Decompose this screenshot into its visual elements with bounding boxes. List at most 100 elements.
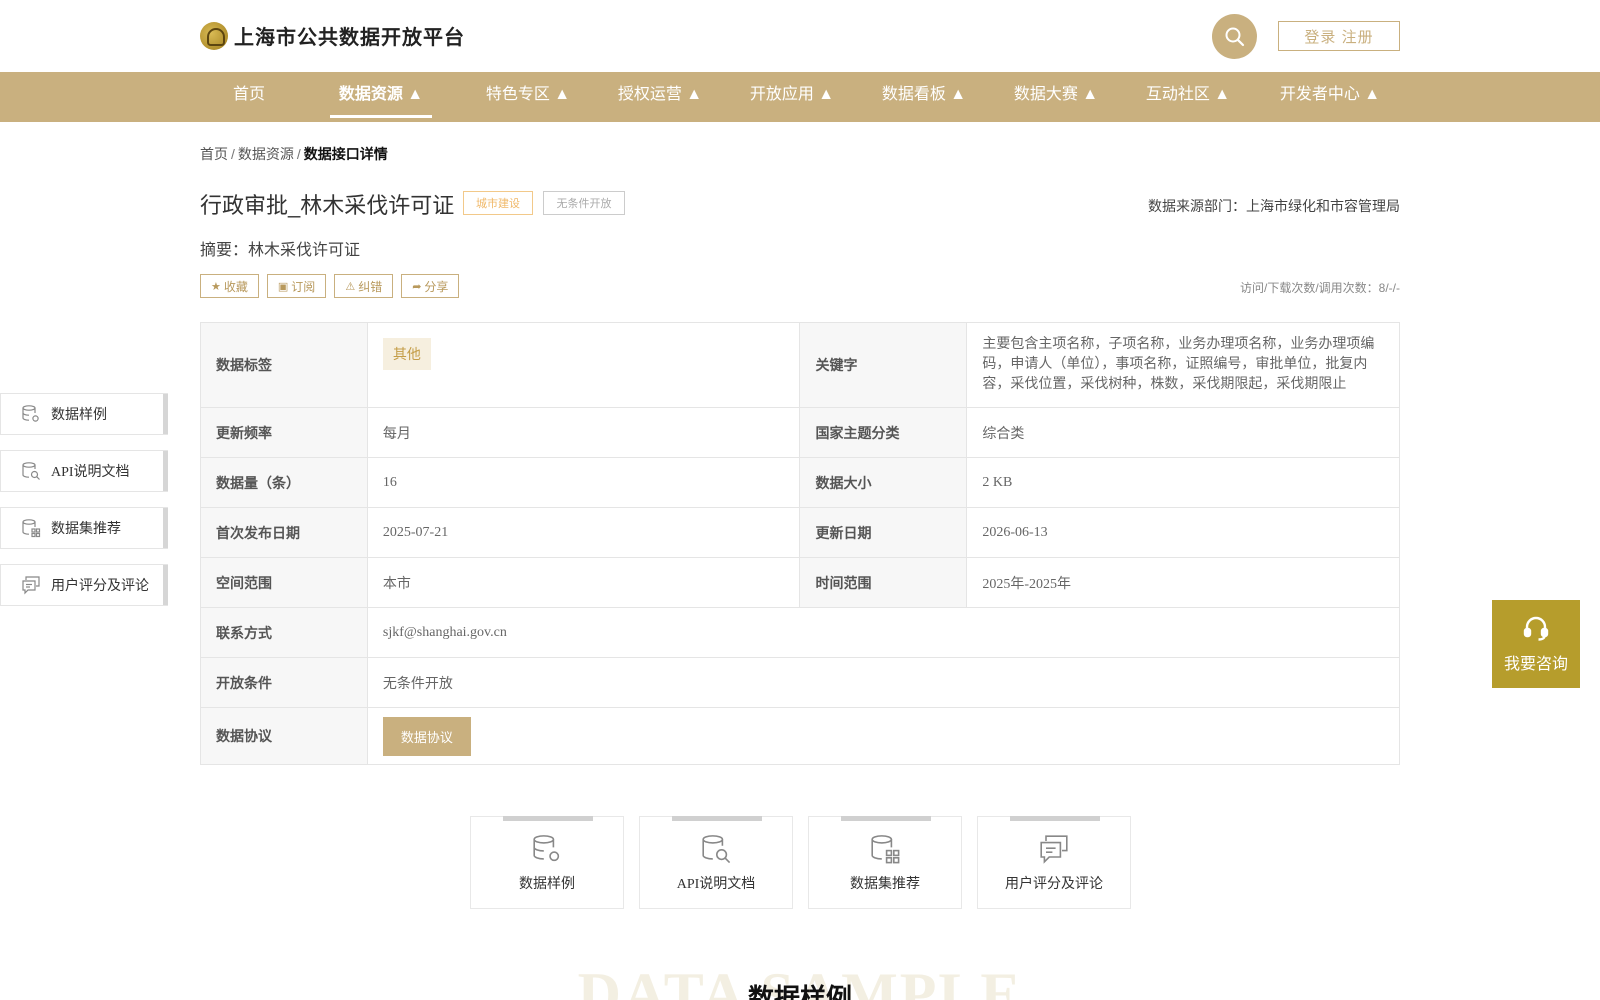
time-range-label: 时间范围 xyxy=(799,557,968,608)
nav-item-data-resources[interactable]: 数据资源 ▲ xyxy=(330,72,432,118)
card-recommend[interactable]: 数据集推荐 xyxy=(808,816,962,909)
breadcrumb-separator: / xyxy=(296,146,301,162)
side-nav-label: 数据样例 xyxy=(51,408,107,423)
card-api-doc[interactable]: API说明文档 xyxy=(639,816,793,909)
update-freq-value: 每月 xyxy=(366,407,801,458)
side-nav-reviews[interactable]: 用户评分及评论 xyxy=(0,564,168,606)
login-register-button[interactable]: 登录 注册 xyxy=(1278,21,1400,51)
card-label: 数据样例 xyxy=(519,877,575,892)
national-theme-label: 国家主题分类 xyxy=(799,407,968,458)
side-nav-api-doc[interactable]: API说明文档 xyxy=(0,450,168,492)
card-label: 数据集推荐 xyxy=(850,877,920,892)
update-date-value: 2026-06-13 xyxy=(966,507,1400,558)
open-condition-label: 开放条件 xyxy=(200,657,368,708)
data-count-label: 数据量（条） xyxy=(200,457,368,508)
site-title: 上海市公共数据开放平台 xyxy=(234,27,465,49)
database-grid-icon xyxy=(871,835,900,864)
data-count-value: 16 xyxy=(366,457,801,508)
table-row: 数据标签 其他 关键字 主要包含主项名称，子项名称，业务办理项名称，业务办理项编… xyxy=(200,322,1400,408)
side-nav-label: 数据集推荐 xyxy=(51,522,121,537)
action-bar: ★ 收藏 ▣ 订阅 ⚠ 纠错 ➦ 分享 xyxy=(200,274,460,298)
breadcrumb-data-resources[interactable]: 数据资源 xyxy=(238,146,294,162)
open-type-tag: 无条件开放 xyxy=(543,191,625,215)
consult-label: 我要咨询 xyxy=(1503,656,1568,673)
nav-item-data-contest[interactable]: 数据大赛 ▲ xyxy=(996,72,1116,122)
headset-icon xyxy=(1523,616,1549,641)
category-tag: 城市建设 xyxy=(463,191,533,215)
breadcrumb-home[interactable]: 首页 xyxy=(200,146,228,162)
share-label: 分享 xyxy=(424,279,449,294)
side-nav: 数据样例 API说明文档 数据集推荐 用户评分及评论 xyxy=(0,393,168,621)
bookmark-icon: ▣ xyxy=(277,280,289,293)
time-range-value: 2025年-2025年 xyxy=(966,557,1400,608)
table-row: 数据量（条） 16 数据大小 2 KB xyxy=(200,457,1400,508)
nav-item-open-apps[interactable]: 开放应用 ▲ xyxy=(732,72,852,122)
breadcrumb-separator: / xyxy=(231,146,235,162)
contact-label: 联系方式 xyxy=(200,607,368,658)
section-cards: 数据样例 API说明文档 数据集推荐 用户评分及评论 xyxy=(470,816,1131,909)
nav-item-home[interactable]: 首页 xyxy=(228,72,270,122)
spatial-range-value: 本市 xyxy=(366,557,801,608)
card-label: API说明文档 xyxy=(676,877,756,892)
data-tag-cell: 其他 xyxy=(366,322,801,408)
side-nav-label: 用户评分及评论 xyxy=(51,579,149,594)
visit-stats: 访问/下载次数/调用次数：8/-/- xyxy=(1239,281,1400,295)
update-freq-label: 更新频率 xyxy=(200,407,368,458)
table-row: 更新频率 每月 国家主题分类 综合类 xyxy=(200,407,1400,458)
page-title: 行政审批_林木采伐许可证 xyxy=(200,193,455,218)
search-button[interactable] xyxy=(1212,14,1257,59)
card-label: 用户评分及评论 xyxy=(1005,877,1103,892)
national-theme-value: 综合类 xyxy=(966,407,1400,458)
table-row: 联系方式 sjkf@shanghai.gov.cn xyxy=(200,607,1401,658)
table-row: 开放条件 无条件开放 xyxy=(200,657,1401,708)
contact-value[interactable]: sjkf@shanghai.gov.cn xyxy=(366,607,1401,658)
spatial-range-label: 空间范围 xyxy=(200,557,368,608)
table-row: 空间范围 本市 时间范围 2025年-2025年 xyxy=(200,557,1400,608)
side-nav-recommend[interactable]: 数据集推荐 xyxy=(0,507,168,549)
database-gear-icon xyxy=(533,835,560,862)
database-gear-icon xyxy=(22,405,39,422)
agreement-cell: 数据协议 xyxy=(366,707,1401,765)
chat-icon xyxy=(1040,835,1068,864)
correct-button[interactable]: ⚠ 纠错 xyxy=(334,274,394,298)
keywords-label: 关键字 xyxy=(799,322,968,408)
warning-icon: ⚠ xyxy=(345,280,356,293)
section-title: 数据样例 xyxy=(747,983,852,1000)
keywords-value: 主要包含主项名称，子项名称，业务办理项名称，业务办理项编码，申请人（单位），事项… xyxy=(966,322,1400,408)
update-date-label: 更新日期 xyxy=(799,507,968,558)
site-header: 上海市公共数据开放平台 登录 注册 xyxy=(0,0,1600,72)
side-nav-label: API说明文档 xyxy=(51,465,130,480)
card-reviews[interactable]: 用户评分及评论 xyxy=(977,816,1131,909)
data-size-value: 2 KB xyxy=(966,457,1400,508)
breadcrumb-current: 数据接口详情 xyxy=(303,146,388,162)
open-condition-value: 无条件开放 xyxy=(366,657,1401,708)
card-data-sample[interactable]: 数据样例 xyxy=(470,816,624,909)
subscribe-label: 订阅 xyxy=(291,279,316,294)
logo-icon xyxy=(200,21,228,50)
favorite-button[interactable]: ★ 收藏 xyxy=(200,274,259,298)
site-logo[interactable]: 上海市公共数据开放平台 xyxy=(200,21,465,50)
nav-item-special-zones[interactable]: 特色专区 ▲ xyxy=(468,72,588,122)
agreement-button[interactable]: 数据协议 xyxy=(382,716,471,756)
consult-button[interactable]: 我要咨询 xyxy=(1492,600,1580,688)
table-row: 首次发布日期 2025-07-21 更新日期 2026-06-13 xyxy=(200,507,1400,558)
side-nav-data-sample[interactable]: 数据样例 xyxy=(0,393,168,435)
share-button[interactable]: ➦ 分享 xyxy=(401,274,460,298)
breadcrumb: 首页 / 数据资源 / 数据接口详情 xyxy=(200,144,388,164)
agreement-label: 数据协议 xyxy=(200,707,368,765)
database-search-icon xyxy=(22,462,40,480)
subscribe-button[interactable]: ▣ 订阅 xyxy=(266,274,327,298)
favorite-label: 收藏 xyxy=(223,279,248,294)
chat-icon xyxy=(22,576,40,595)
nav-item-community[interactable]: 互动社区 ▲ xyxy=(1128,72,1248,122)
nav-item-data-dashboard[interactable]: 数据看板 ▲ xyxy=(864,72,984,122)
database-grid-icon xyxy=(22,519,41,538)
nav-item-developer-center[interactable]: 开发者中心 ▲ xyxy=(1260,72,1400,122)
source-department: 数据来源部门：上海市绿化和市容管理局 xyxy=(1148,198,1400,214)
star-icon: ★ xyxy=(211,280,221,293)
first-publish-value: 2025-07-21 xyxy=(366,507,801,558)
nav-item-authorized-ops[interactable]: 授权运营 ▲ xyxy=(600,72,720,122)
data-tag-chip[interactable]: 其他 xyxy=(382,338,431,370)
correct-label: 纠错 xyxy=(358,279,383,294)
search-icon xyxy=(1225,27,1244,46)
